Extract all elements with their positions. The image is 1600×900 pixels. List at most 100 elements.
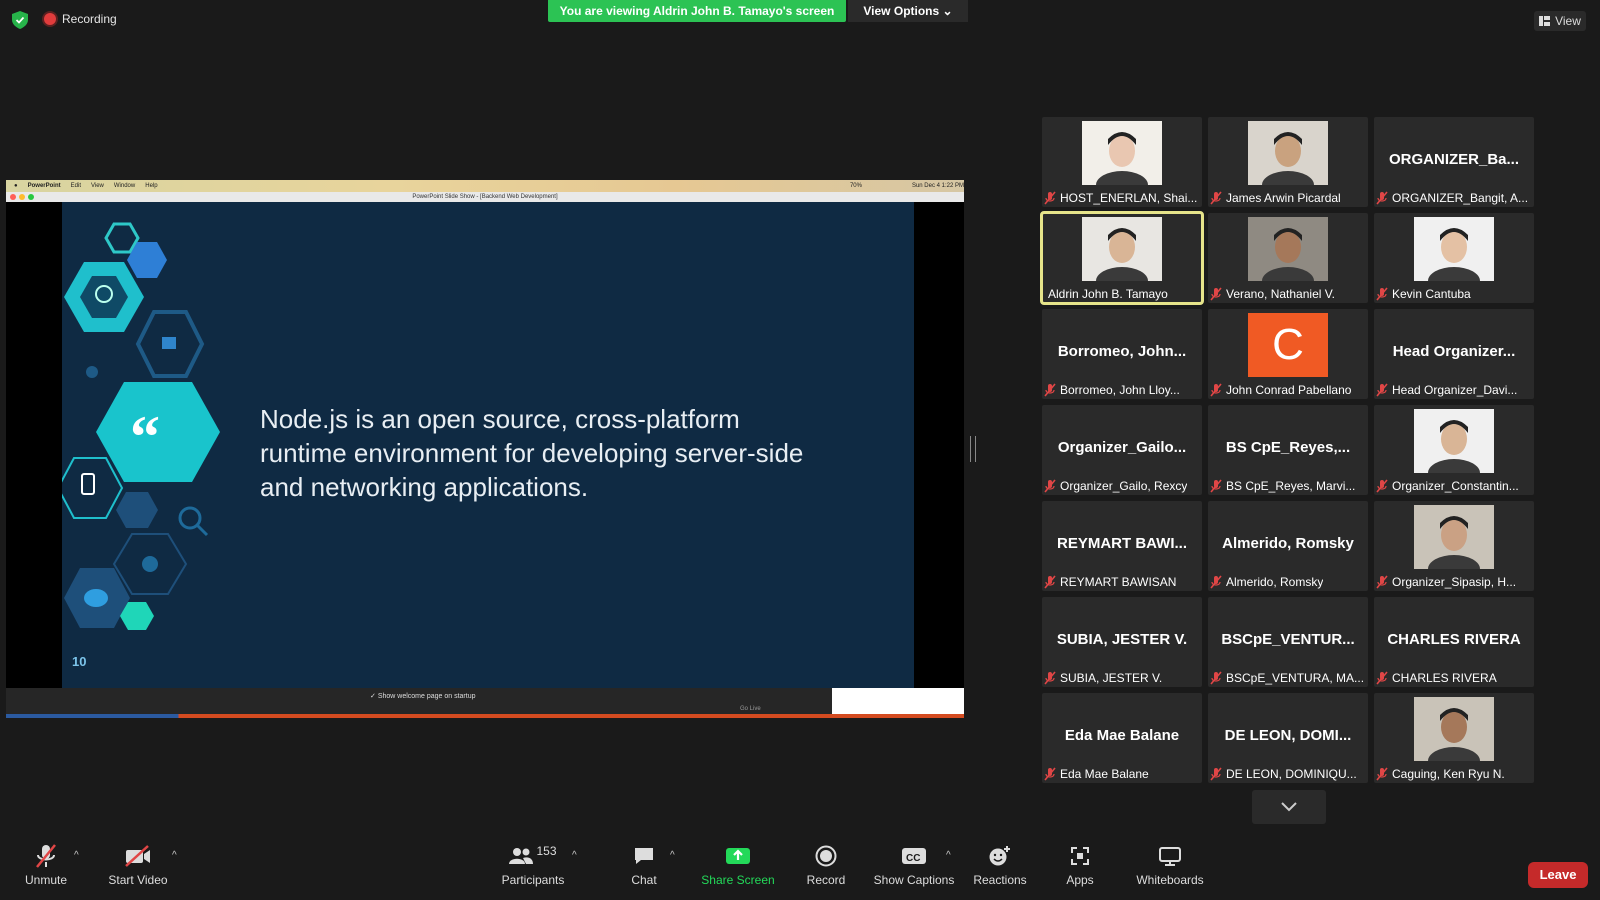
mac-menu-item: View: [90, 183, 104, 189]
muted-microphone-icon: [1044, 575, 1056, 589]
chat-button[interactable]: Chat: [622, 840, 666, 900]
participant-name-text: Head Organizer_Davi...: [1392, 383, 1518, 397]
video-off-icon: [125, 845, 150, 867]
muted-microphone-icon: [1376, 671, 1388, 685]
participant-name-text: Aldrin John B. Tamayo: [1048, 287, 1168, 301]
participant-tile[interactable]: SUBIA, JESTER V. SUBIA, JESTER V.: [1042, 597, 1202, 687]
participant-tile[interactable]: Organizer_Gailo... Organizer_Gailo, Rexcy: [1042, 405, 1202, 495]
apps-label: Apps: [1066, 873, 1094, 887]
participant-name-text: ORGANIZER_Bangit, A...: [1392, 191, 1529, 205]
mac-menu-item: Edit: [70, 183, 81, 189]
slide-number: 10: [72, 654, 87, 669]
recording-dot-icon: [44, 13, 56, 25]
mac-menu-bar: ● PowerPoint Edit View Window Help 70% S…: [6, 180, 964, 192]
muted-microphone-icon: [1210, 479, 1222, 493]
participant-name-text: Organizer_Sipasip, H...: [1392, 575, 1517, 589]
participant-tile[interactable]: CHARLES RIVERA CHARLES RIVERA: [1374, 597, 1534, 687]
slideshow-window-titlebar: PowerPoint Slide Show - [Backend Web Dev…: [6, 192, 964, 202]
show-captions-button[interactable]: CC Show Captions: [872, 840, 956, 900]
participant-tile[interactable]: Aldrin John B. Tamayo: [1040, 211, 1204, 305]
thumbs-up-icon: [162, 337, 176, 349]
muted-microphone-icon: [1210, 383, 1222, 397]
participant-tile[interactable]: Head Organizer... Head Organizer_Davi...: [1374, 309, 1534, 399]
muted-microphone-icon: [1376, 383, 1388, 397]
whiteboards-label: Whiteboards: [1136, 873, 1204, 887]
participant-tile[interactable]: Caguing, Ken Ryu N.: [1374, 693, 1534, 783]
apps-button[interactable]: Apps: [1062, 840, 1098, 900]
participant-tile[interactable]: Kevin Cantuba: [1374, 213, 1534, 303]
audio-options-caret[interactable]: ^: [74, 850, 79, 861]
participant-tile[interactable]: Verano, Nathaniel V.: [1208, 213, 1368, 303]
participant-name-text: John Conrad Pabellano: [1226, 383, 1352, 397]
participant-name-label: Almerido, Romsky: [1210, 575, 1366, 589]
muted-microphone-icon: [1376, 479, 1388, 493]
microphone-muted-icon: [36, 844, 56, 868]
window-traffic-lights: [10, 194, 34, 200]
hexagon-decoration: “: [62, 222, 220, 630]
share-screen-button[interactable]: Share Screen: [700, 840, 776, 900]
chat-options-caret[interactable]: ^: [670, 850, 675, 861]
view-button[interactable]: View: [1534, 11, 1586, 31]
unmute-button[interactable]: Unmute: [22, 840, 70, 900]
participant-name-label: CHARLES RIVERA: [1376, 671, 1532, 685]
participant-tile[interactable]: DE LEON, DOMI... DE LEON, DOMINIQU...: [1208, 693, 1368, 783]
participant-tile[interactable]: James Arwin Picardal: [1208, 117, 1368, 207]
security-shield-icon[interactable]: [12, 11, 28, 29]
participant-name-text: BSCpE_VENTURA, MA...: [1226, 671, 1365, 685]
recording-label: Recording: [62, 12, 117, 26]
record-icon: [815, 845, 837, 867]
whiteboards-button[interactable]: Whiteboards: [1134, 840, 1206, 900]
muted-microphone-icon: [1210, 575, 1222, 589]
leave-button[interactable]: Leave: [1528, 862, 1588, 888]
participant-video-feed: [1414, 505, 1494, 569]
participant-tile[interactable]: Organizer_Sipasip, H...: [1374, 501, 1534, 591]
welcome-page-checkbox-label[interactable]: ✓ Show welcome page on startup: [370, 692, 475, 700]
participants-button[interactable]: 153 Participants: [500, 840, 566, 900]
mac-menu-item: Window: [113, 183, 136, 189]
participant-video-feed: [1082, 121, 1162, 185]
captions-options-caret[interactable]: ^: [946, 850, 951, 861]
splitter-handle[interactable]: [970, 436, 976, 462]
participant-tile[interactable]: Organizer_Constantin...: [1374, 405, 1534, 495]
muted-microphone-icon: [1376, 767, 1388, 781]
recording-indicator[interactable]: Recording: [44, 12, 117, 26]
participant-tile[interactable]: BS CpE_Reyes,... BS CpE_Reyes, Marvi...: [1208, 405, 1368, 495]
participant-name-text: Kevin Cantuba: [1392, 287, 1471, 301]
share-screen-icon: [726, 848, 750, 864]
hexagon-phone-outline: [62, 457, 124, 519]
participant-display-name: Eda Mae Balane: [1064, 727, 1180, 744]
window-title: PowerPoint Slide Show - [Backend Web Dev…: [412, 194, 558, 200]
participant-tile[interactable]: ORGANIZER_Ba... ORGANIZER_Bangit, A...: [1374, 117, 1534, 207]
participants-options-caret[interactable]: ^: [572, 850, 577, 861]
participant-name-label: Aldrin John B. Tamayo: [1048, 287, 1200, 301]
reactions-button[interactable]: Reactions: [972, 840, 1028, 900]
participant-name-label: REYMART BAWISAN: [1044, 575, 1200, 589]
participant-name-text: Organizer_Gailo, Rexcy: [1060, 479, 1188, 493]
participant-display-name: Almerido, Romsky: [1222, 535, 1354, 552]
participant-name-text: Organizer_Constantin...: [1392, 479, 1519, 493]
start-video-button[interactable]: Start Video: [106, 840, 170, 900]
participant-name-text: BS CpE_Reyes, Marvi...: [1226, 479, 1356, 493]
video-options-caret[interactable]: ^: [172, 850, 177, 861]
participant-tile[interactable]: Almerido, Romsky Almerido, Romsky: [1208, 501, 1368, 591]
participant-name-label: John Conrad Pabellano: [1210, 383, 1366, 397]
meeting-toolbar: Unmute ^ Start Video ^ 153 Participants …: [0, 840, 1600, 900]
muted-microphone-icon: [1044, 479, 1056, 493]
record-label: Record: [806, 873, 846, 887]
participant-tile[interactable]: BSCpE_VENTUR... BSCpE_VENTURA, MA...: [1208, 597, 1368, 687]
reactions-label: Reactions: [973, 873, 1027, 887]
minimize-window-icon: [19, 194, 25, 200]
gallery-next-page-button[interactable]: [1252, 790, 1326, 824]
participant-tile[interactable]: REYMART BAWI... REYMART BAWISAN: [1042, 501, 1202, 591]
participant-tile[interactable]: C John Conrad Pabellano: [1208, 309, 1368, 399]
show-captions-label: Show Captions: [873, 873, 955, 887]
view-options-button[interactable]: View Options ⌄: [848, 0, 968, 22]
shared-screen[interactable]: ● PowerPoint Edit View Window Help 70% S…: [6, 180, 964, 718]
apple-icon: ●: [14, 183, 18, 189]
participant-tile[interactable]: Borromeo, John... Borromeo, John Lloy...: [1042, 309, 1202, 399]
participant-avatar: C: [1248, 313, 1328, 377]
participant-tile[interactable]: Eda Mae Balane Eda Mae Balane: [1042, 693, 1202, 783]
participants-label: Participants: [501, 873, 565, 887]
record-button[interactable]: Record: [802, 840, 850, 900]
participant-tile[interactable]: HOST_ENERLAN, Shai...: [1042, 117, 1202, 207]
